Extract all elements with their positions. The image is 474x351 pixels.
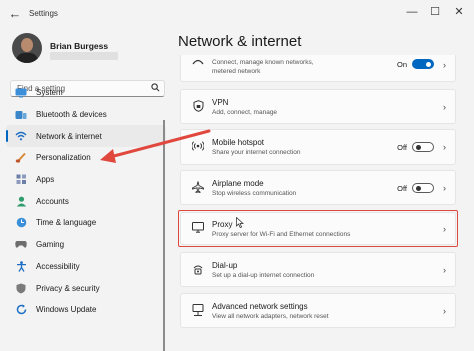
dial-up-subtitle: Set up a dial-up internet connection [212, 272, 315, 279]
airplane-mode-card[interactable]: Airplane mode Stop wireless communicatio… [180, 170, 456, 205]
sidebar-item-label: Accounts [36, 196, 69, 206]
sidebar-item-personalization[interactable]: Personalization [6, 147, 166, 169]
sidebar-item-accounts[interactable]: Accounts [6, 190, 166, 212]
mobile-hotspot-title: Mobile hotspot [212, 138, 265, 147]
shield-icon [191, 99, 205, 114]
airplane-mode-toggle[interactable] [412, 183, 434, 193]
sidebar-item-label: System [36, 88, 63, 98]
sidebar-item-network-internet[interactable]: Network & internet [6, 125, 166, 148]
airplane-mode-title: Airplane mode [212, 179, 264, 188]
chevron-right-icon: › [443, 305, 446, 316]
brush-icon [14, 152, 28, 164]
toggle-knob [426, 62, 431, 67]
mobile-hotspot-card[interactable]: Mobile hotspot Share your internet conne… [180, 129, 456, 165]
user-email-redacted [50, 52, 118, 60]
sidebar-item-bluetooth-devices[interactable]: Bluetooth & devices [6, 104, 166, 126]
chevron-right-icon: › [443, 182, 446, 193]
avatar[interactable] [12, 33, 42, 63]
sidebar-item-label: Accessibility [36, 261, 80, 271]
wifi-subtitle-line-1: Connect, manage known networks, [212, 59, 314, 66]
wifi-toggle[interactable] [412, 59, 434, 69]
monitor-icon [14, 87, 28, 99]
mobile-hotspot-state-label: Off [397, 143, 407, 152]
toggle-knob [416, 186, 421, 191]
sidebar-scrollbar[interactable] [163, 120, 165, 351]
wifi-card[interactable]: Connect, manage known networks, metered … [180, 55, 456, 82]
page-title: Network & internet [178, 33, 302, 50]
advanced-network-settings-subtitle: View all network adapters, network reset [212, 313, 329, 320]
sidebar-item-label: Privacy & security [36, 283, 100, 293]
sidebar-item-label: Apps [36, 175, 55, 185]
back-button[interactable]: ← [6, 5, 24, 23]
sidebar-item-privacy-security[interactable]: Privacy & security [6, 277, 166, 299]
network-adapter-icon [191, 303, 205, 318]
maximize-button[interactable]: ☐ [427, 4, 443, 20]
dial-up-card[interactable]: Dial-up Set up a dial-up internet connec… [180, 252, 456, 287]
app-title: Settings [29, 9, 58, 18]
toggle-knob [416, 145, 421, 150]
mobile-hotspot-subtitle: Share your internet connection [212, 149, 301, 156]
sidebar-item-system[interactable]: System [6, 82, 166, 104]
chevron-right-icon: › [443, 101, 446, 112]
nav-list: System Bluetooth & devices Network & int… [6, 82, 166, 321]
advanced-network-settings-title: Advanced network settings [212, 302, 308, 311]
apps-icon [14, 174, 28, 186]
globe-clock-icon [14, 217, 28, 229]
user-name: Brian Burgess [50, 41, 109, 51]
proxy-highlight-box [178, 210, 458, 247]
sidebar-item-gaming[interactable]: Gaming [6, 234, 166, 256]
chevron-right-icon: › [443, 60, 446, 70]
wifi-subtitle-line-2: metered network [212, 68, 261, 75]
dial-up-icon [191, 263, 205, 277]
update-icon [14, 304, 28, 316]
sidebar-item-label: Time & language [36, 218, 97, 228]
minimize-button[interactable]: — [404, 4, 420, 20]
accessibility-icon [14, 260, 28, 272]
mouse-cursor-icon [236, 217, 244, 228]
controller-icon [14, 239, 28, 251]
wifi-icon [191, 56, 205, 70]
person-icon [14, 195, 28, 207]
bluetooth-icon [14, 109, 28, 121]
selection-indicator [6, 130, 8, 143]
sidebar-item-label: Bluetooth & devices [36, 110, 107, 120]
airplane-mode-subtitle: Stop wireless communication [212, 190, 297, 197]
chevron-right-icon: › [443, 142, 446, 152]
hotspot-icon [191, 140, 205, 154]
sidebar-item-label: Personalization [36, 153, 91, 163]
sidebar-item-label: Network & internet [36, 131, 102, 141]
mobile-hotspot-toggle[interactable] [412, 142, 434, 152]
sidebar-item-accessibility[interactable]: Accessibility [6, 256, 166, 278]
vpn-card[interactable]: VPN Add, connect, manage › [180, 89, 456, 124]
vpn-subtitle: Add, connect, manage [212, 109, 278, 116]
sidebar-item-label: Gaming [36, 240, 65, 250]
vpn-title: VPN [212, 98, 229, 107]
sidebar-item-apps[interactable]: Apps [6, 169, 166, 191]
shield-icon [14, 282, 28, 294]
sidebar-item-time-language[interactable]: Time & language [6, 212, 166, 234]
avatar-head [21, 38, 33, 52]
dial-up-title: Dial-up [212, 261, 238, 270]
sidebar-item-label: Windows Update [36, 305, 97, 315]
close-button[interactable]: ✕ [451, 4, 467, 20]
wifi-icon [14, 130, 28, 142]
avatar-body [16, 53, 38, 63]
chevron-right-icon: › [443, 264, 446, 275]
sidebar-item-windows-update[interactable]: Windows Update [6, 299, 166, 321]
airplane-mode-state-label: Off [397, 184, 407, 193]
title-bar: ← Settings — ☐ ✕ [0, 0, 474, 28]
wifi-state-label: On [396, 60, 407, 69]
advanced-network-settings-card[interactable]: Advanced network settings View all netwo… [180, 293, 456, 328]
airplane-icon [191, 180, 205, 195]
